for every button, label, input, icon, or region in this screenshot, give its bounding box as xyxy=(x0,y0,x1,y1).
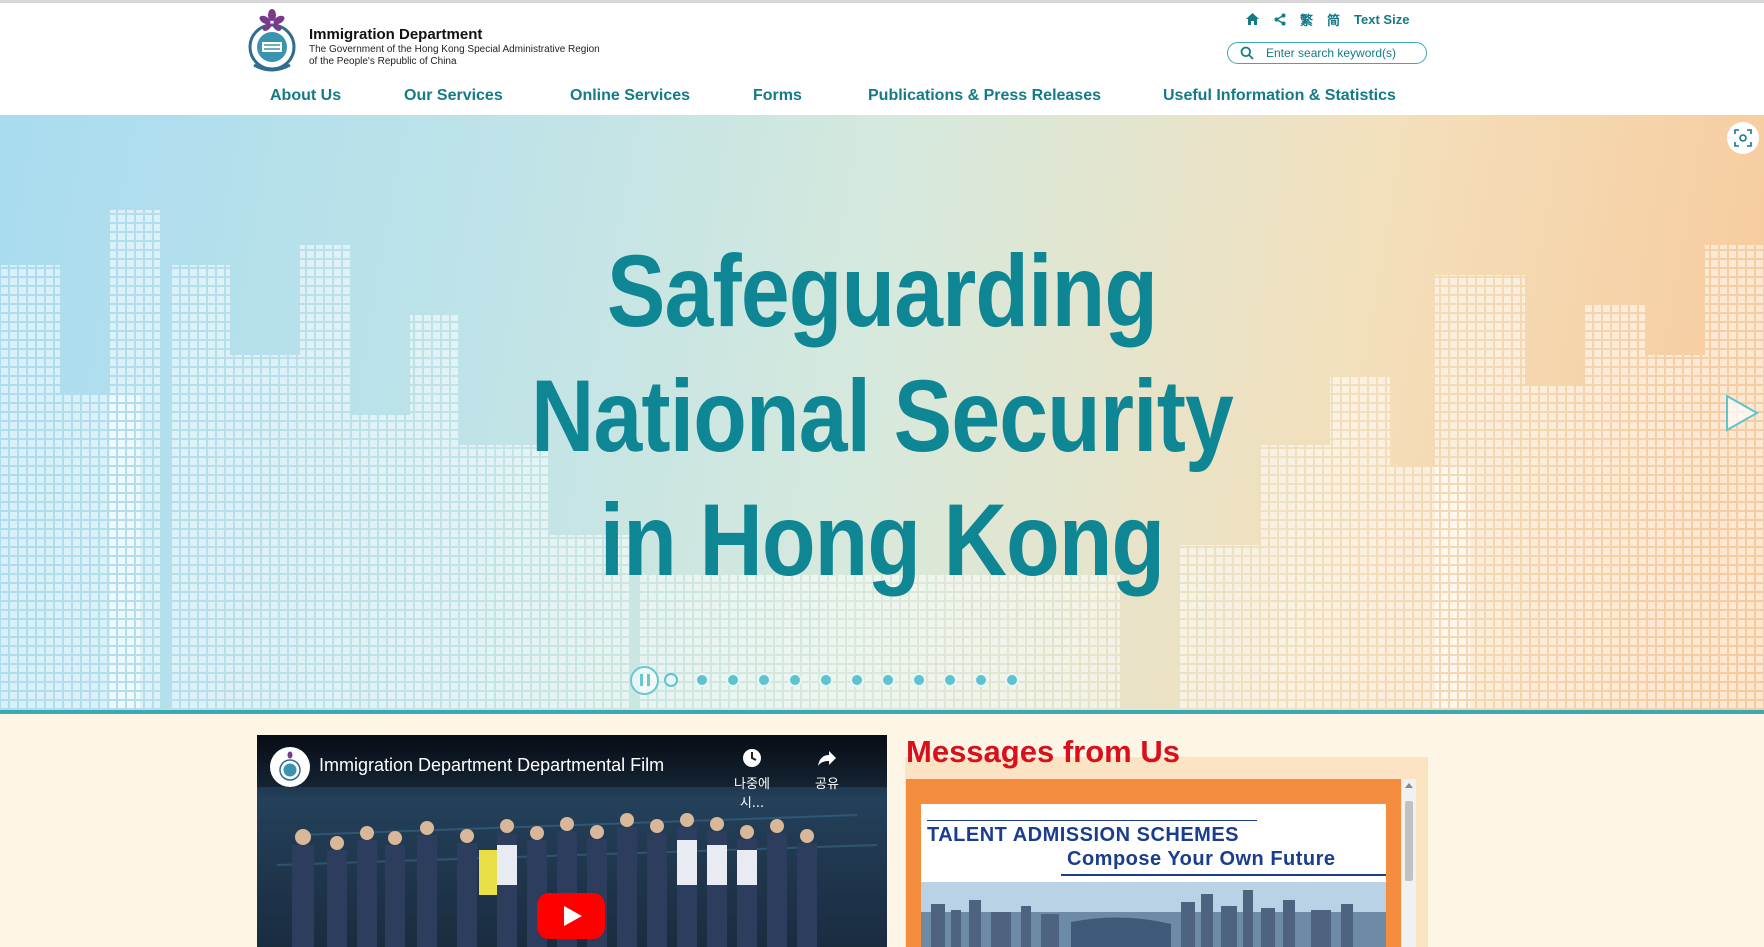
scroll-up-icon[interactable] xyxy=(1405,783,1413,788)
home-icon[interactable] xyxy=(1245,12,1260,26)
search-input[interactable] xyxy=(1266,46,1426,60)
share-video-label: 공유 xyxy=(815,777,839,792)
slide-dot-12[interactable] xyxy=(1005,673,1019,687)
card-rule-top xyxy=(927,820,1257,821)
search-icon[interactable] xyxy=(1240,46,1254,60)
scrollbar-thumb[interactable] xyxy=(1405,801,1413,881)
banner-headline-line-3: in Hong Kong xyxy=(599,483,1165,597)
simplified-chinese-link[interactable]: 简 xyxy=(1327,10,1340,29)
pause-icon[interactable] xyxy=(630,665,659,695)
utility-bar: 繁 简 Text Size xyxy=(1245,9,1430,29)
government-line-2: of the People's Republic of China xyxy=(309,56,457,67)
video-player[interactable]: Immigration Department Departmental Film… xyxy=(257,735,887,947)
site-header: Immigration Department The Government of… xyxy=(0,3,1764,115)
traditional-chinese-link[interactable]: 繁 xyxy=(1300,10,1313,29)
banner-headline-line-1: Safeguarding xyxy=(606,234,1158,348)
main-navigation: About Us Our Services Online Services Fo… xyxy=(0,85,1764,115)
nav-forms[interactable]: Forms xyxy=(753,87,802,105)
banner-headline-line-2: National Security xyxy=(531,359,1234,473)
slide-dot-10[interactable] xyxy=(943,673,957,687)
immigration-emblem-icon xyxy=(248,9,296,72)
search-box[interactable] xyxy=(1227,42,1427,64)
nav-about-us[interactable]: About Us xyxy=(270,87,341,105)
clock-icon xyxy=(743,749,761,767)
text-size-link[interactable]: Text Size xyxy=(1354,12,1409,27)
messages-scrollbar[interactable] xyxy=(1402,779,1416,947)
slide-dot-1[interactable] xyxy=(664,673,678,687)
nav-publications-press-releases[interactable]: Publications & Press Releases xyxy=(868,87,1101,105)
slide-dot-6[interactable] xyxy=(819,673,833,687)
next-slide-arrow-icon[interactable] xyxy=(1724,393,1760,433)
slide-pagination xyxy=(630,665,1036,695)
talent-admission-card[interactable]: TALENT ADMISSION SCHEMES Compose Your Ow… xyxy=(921,804,1386,947)
messages-title: Messages from Us xyxy=(906,734,1180,769)
card-subheadline: Compose Your Own Future xyxy=(1067,848,1336,870)
slide-dot-11[interactable] xyxy=(974,673,988,687)
watch-later-button[interactable]: 나중에 시... xyxy=(722,747,782,811)
slide-dot-3[interactable] xyxy=(726,673,740,687)
nav-useful-information-statistics[interactable]: Useful Information & Statistics xyxy=(1163,87,1396,105)
card-headline: TALENT ADMISSION SCHEMES xyxy=(927,824,1240,846)
card-rule-bottom xyxy=(1061,874,1386,876)
hero-banner[interactable]: Safeguarding National Security in Hong K… xyxy=(0,115,1764,710)
share-video-button[interactable]: 공유 xyxy=(797,747,857,792)
nav-online-services[interactable]: Online Services xyxy=(570,87,690,105)
share-icon[interactable] xyxy=(1274,13,1286,26)
watch-later-label: 나중에 시... xyxy=(734,777,770,811)
slide-dot-9[interactable] xyxy=(912,673,926,687)
department-name: Immigration Department xyxy=(309,26,483,43)
slide-dot-5[interactable] xyxy=(788,673,802,687)
fullscreen-icon[interactable] xyxy=(1727,122,1759,154)
content-section: Immigration Department Departmental Film… xyxy=(0,714,1764,947)
government-line-1: The Government of the Hong Kong Special … xyxy=(309,44,600,55)
play-button-icon[interactable] xyxy=(537,893,605,939)
slide-dot-4[interactable] xyxy=(757,673,771,687)
share-arrow-icon xyxy=(818,751,836,766)
video-title[interactable]: Immigration Department Departmental Film xyxy=(319,755,664,776)
slide-dot-2[interactable] xyxy=(695,673,709,687)
channel-avatar[interactable] xyxy=(270,747,310,787)
slide-dot-7[interactable] xyxy=(850,673,864,687)
nav-our-services[interactable]: Our Services xyxy=(404,87,503,105)
slide-dot-8[interactable] xyxy=(881,673,895,687)
site-logo[interactable]: Immigration Department The Government of… xyxy=(246,9,616,77)
harbour-city-image xyxy=(921,882,1386,947)
